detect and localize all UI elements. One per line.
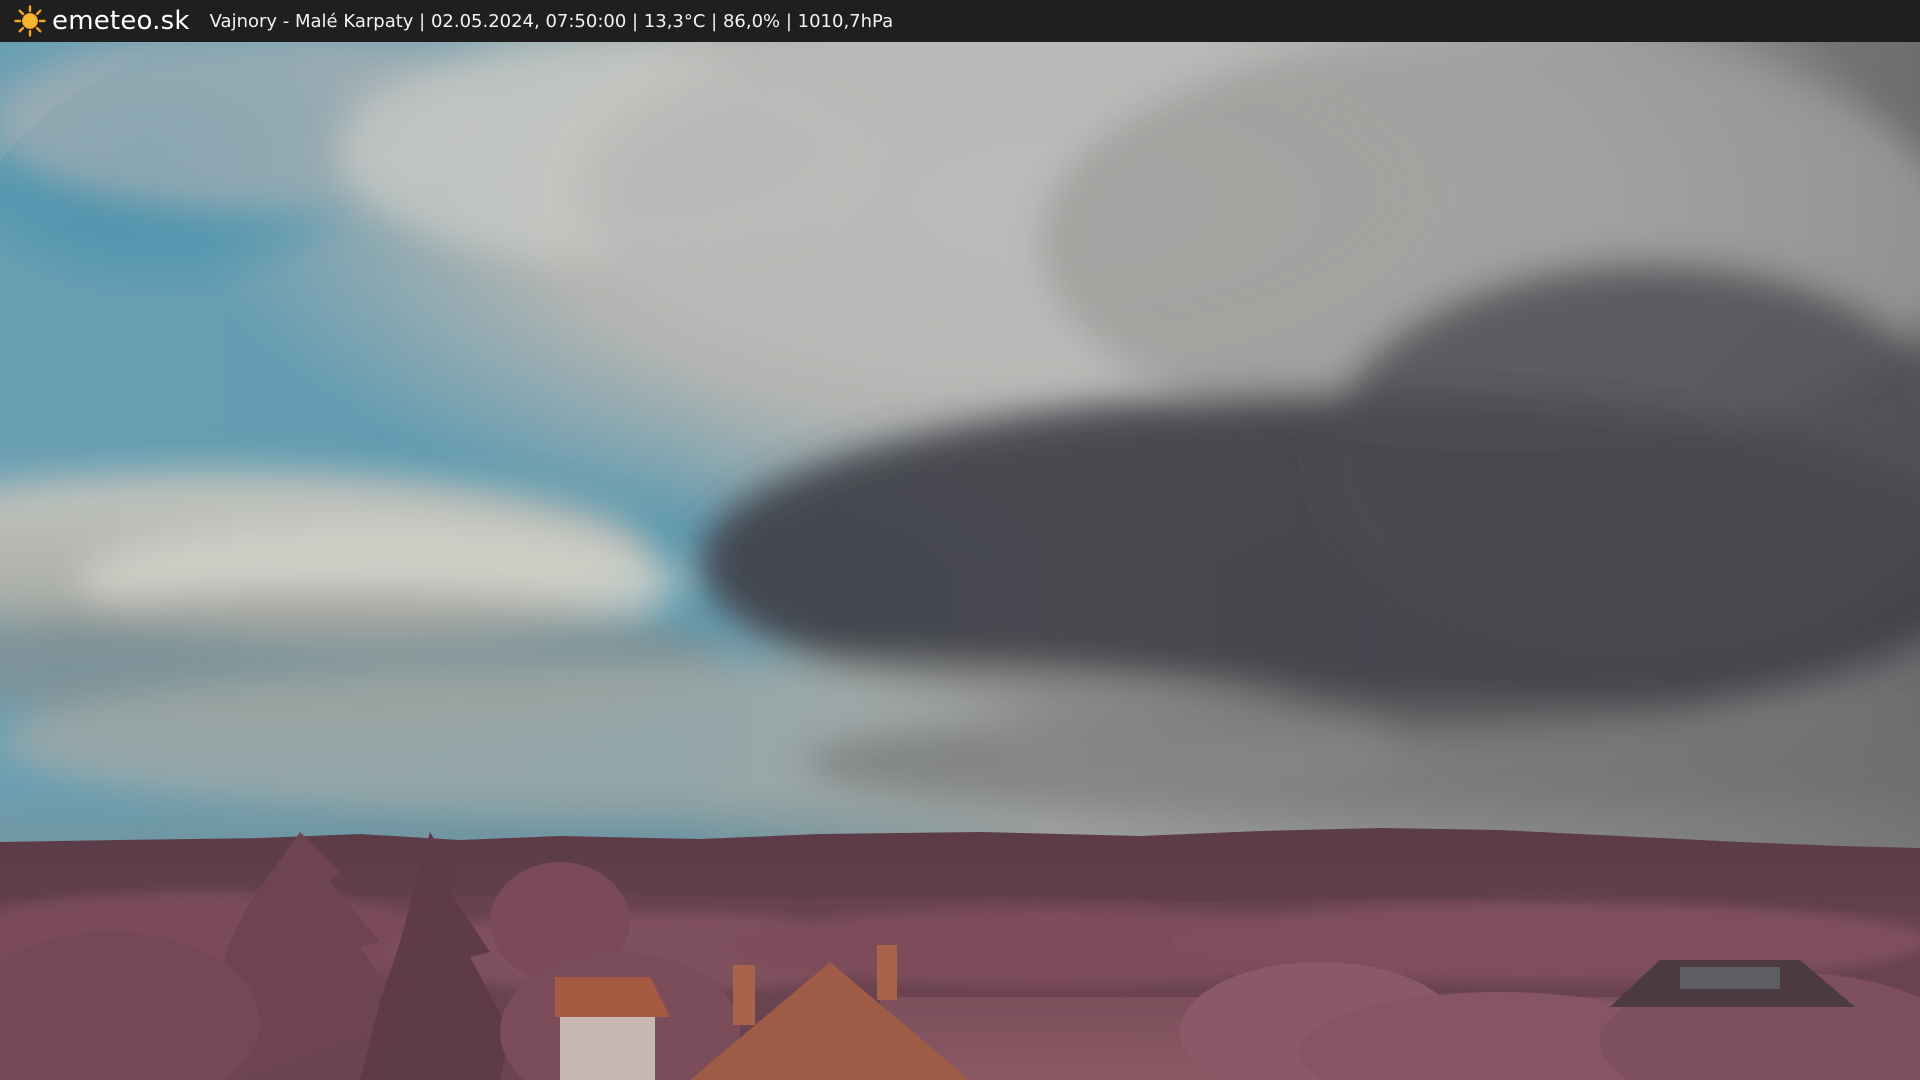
brand-name: emeteo.sk <box>52 6 190 36</box>
weather-caption: Vajnory - Malé Karpaty | 02.05.2024, 07:… <box>209 10 894 32</box>
webcam-image <box>0 42 1920 1080</box>
webcam-scene <box>0 42 1920 1080</box>
caption-bar: emeteo.sk Vajnory - Malé Karpaty | 02.05… <box>0 0 1920 42</box>
sun-icon <box>14 5 46 37</box>
